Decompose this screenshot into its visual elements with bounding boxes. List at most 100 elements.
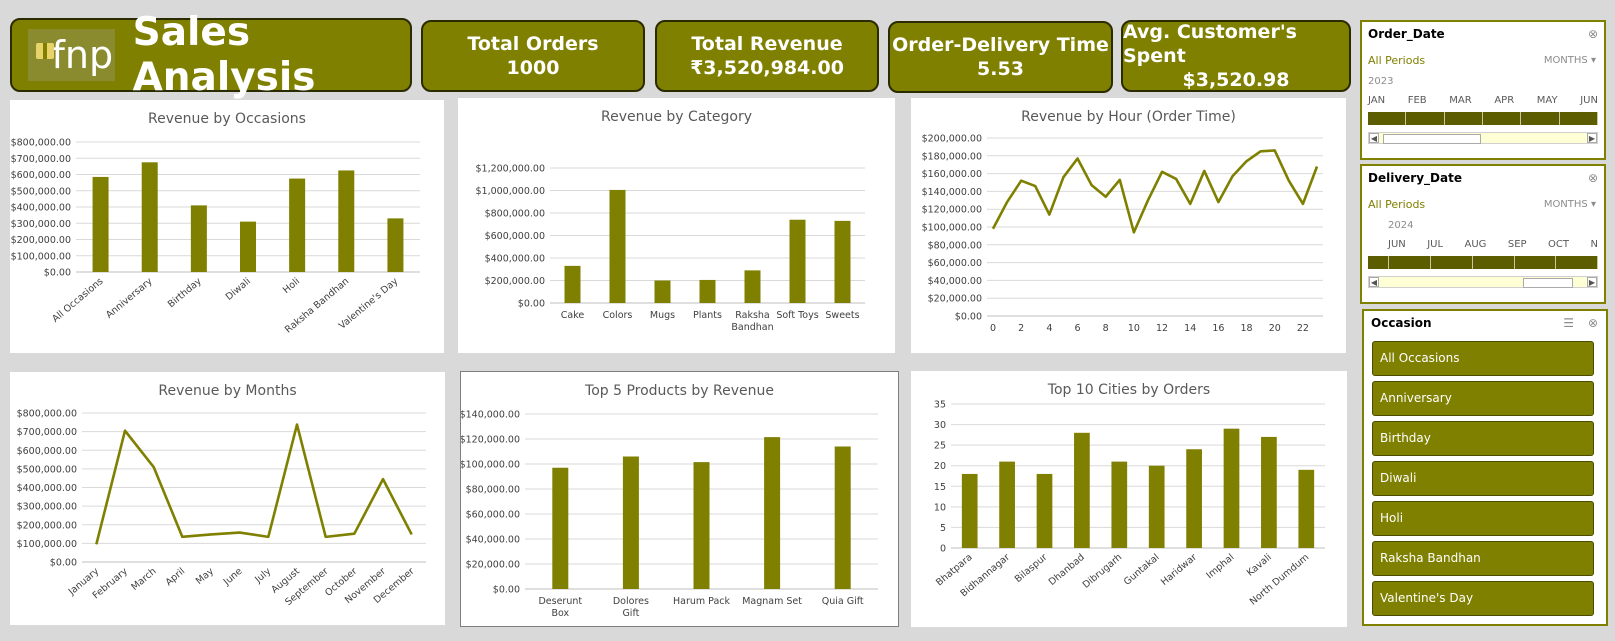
x-tick-label: April	[164, 566, 188, 588]
x-tick-label: Colors	[603, 310, 633, 321]
x-tick-label: Kavali	[1245, 552, 1274, 579]
time-level-label: MONTHS	[1543, 55, 1588, 66]
y-tick-label: $0.00	[44, 268, 71, 279]
filter-clear-icon[interactable]: ⊗	[1588, 316, 1598, 330]
scroll-thumb[interactable]	[1383, 134, 1481, 144]
y-tick-label: $800,000.00	[17, 409, 77, 420]
x-tick-label: June	[221, 566, 245, 588]
chart-panel-category[interactable]: Revenue by Category $0.00 $200,000.00 $400…	[458, 98, 895, 353]
x-tick-label: July	[252, 566, 273, 586]
y-tick-label: $80,000.00	[928, 240, 982, 251]
x-tick-label: 0	[990, 323, 996, 334]
occasion-item[interactable]: Anniversary	[1372, 381, 1594, 416]
scroll-right-icon[interactable]: ▶	[1587, 277, 1597, 287]
scroll-thumb[interactable]	[1523, 278, 1573, 288]
timeline-scrollbar[interactable]: ◀ ▶	[1368, 132, 1598, 144]
bar	[564, 265, 581, 303]
chart-panel-occasions[interactable]: Revenue by Occasions $0.00 $100,000.00 $20…	[10, 100, 444, 353]
month-label[interactable]: JUL	[1427, 239, 1443, 250]
month-label[interactable]: SEP	[1508, 239, 1527, 250]
bar	[1111, 461, 1128, 548]
y-tick-label: $60,000.00	[928, 258, 982, 269]
chart-panel-products[interactable]: Top 5 Products by Revenue $0.00 $20,000.0…	[460, 371, 899, 627]
y-tick-label: $40,000.00	[928, 276, 982, 287]
slicer-title: Occasion	[1371, 316, 1432, 330]
slicer-title: Order_Date	[1368, 27, 1445, 41]
y-tick-label: $800,000.00	[11, 138, 71, 149]
bar	[834, 220, 851, 303]
y-tick-label: $1,200,000.00	[475, 164, 545, 175]
month-label[interactable]: FEB	[1408, 95, 1427, 106]
title-banner: fnp Sales Analysis	[10, 10, 412, 100]
x-tick-label: 20	[1269, 323, 1281, 334]
chart-panel-cities[interactable]: Top 10 Cities by Orders 0 5 10 15 20 25 30 35 Bh…	[911, 371, 1347, 627]
y-tick-label: $400,000.00	[11, 203, 71, 214]
month-label[interactable]: N	[1590, 239, 1597, 250]
scroll-right-icon[interactable]: ▶	[1587, 133, 1597, 143]
y-tick-label: $120,000.00	[922, 205, 982, 216]
month-label[interactable]: MAY	[1537, 95, 1558, 106]
slicer-title: Delivery_Date	[1368, 171, 1462, 185]
y-tick-label: $100,000.00	[922, 223, 982, 234]
multi-select-icon[interactable]: ☰	[1563, 316, 1574, 330]
month-label[interactable]: MAR	[1449, 95, 1471, 106]
occasion-item[interactable]: All Occasions	[1372, 341, 1594, 376]
timeline-scrollbar[interactable]: ◀ ▶	[1368, 276, 1598, 288]
x-tick-label: 4	[1046, 323, 1052, 334]
filter-clear-icon[interactable]: ⊗	[1588, 171, 1598, 185]
y-tick-label: $100,000.00	[461, 460, 520, 471]
y-tick-label: $500,000.00	[11, 186, 71, 197]
x-tick-label: Sweets	[825, 310, 859, 321]
occasion-item[interactable]: Diwali	[1372, 461, 1594, 496]
x-tick-label: Dolores Gift	[613, 596, 649, 619]
time-level-dropdown[interactable]: MONTHS ▾	[1544, 199, 1596, 210]
month-label[interactable]: JUN	[1388, 239, 1406, 250]
filter-clear-icon[interactable]: ⊗	[1588, 27, 1598, 41]
month-label[interactable]: AUG	[1465, 239, 1487, 250]
month-label[interactable]: APR	[1494, 95, 1514, 106]
chart-panel-hour[interactable]: Revenue by Hour (Order Time) $0.00 $20,00…	[911, 98, 1346, 353]
month-label[interactable]: JAN	[1368, 95, 1385, 106]
occasion-item[interactable]: Birthday	[1372, 421, 1594, 456]
bar	[1186, 449, 1202, 548]
y-tick-label: $140,000.00	[922, 187, 982, 198]
scroll-left-icon[interactable]: ◀	[1369, 277, 1379, 287]
all-periods-link[interactable]: All Periods	[1368, 198, 1425, 211]
bar	[289, 178, 306, 272]
delivery-date-slicer[interactable]: Delivery_Date ⊗ All Periods MONTHS ▾ 202…	[1360, 164, 1606, 304]
x-tick-label: Bilaspur	[1013, 552, 1050, 585]
y-tick-label: $0.00	[50, 558, 77, 569]
y-tick-label: 25	[934, 441, 946, 452]
month-label[interactable]: JUN	[1580, 95, 1598, 106]
y-tick-label: $120,000.00	[461, 435, 520, 446]
occasion-item[interactable]: Holi	[1372, 501, 1594, 536]
timeline-bar[interactable]	[1368, 256, 1599, 269]
y-tick-label: $140,000.00	[461, 410, 520, 421]
y-tick-label: $300,000.00	[11, 219, 71, 230]
y-tick-label: $200,000.00	[485, 276, 545, 287]
timeline-bar[interactable]	[1368, 112, 1598, 125]
month-label[interactable]: OCT	[1548, 239, 1569, 250]
y-tick-label: $800,000.00	[485, 209, 545, 220]
products-bar-chart: $0.00 $20,000.00 $40,000.00 $60,000.00 $80,0…	[461, 410, 878, 619]
kpi-label: Avg. Customer's Spent	[1123, 21, 1297, 67]
order-date-slicer[interactable]: Order_Date ⊗ All Periods MONTHS ▾ 2023 J…	[1360, 20, 1606, 160]
occasion-slicer[interactable]: Occasion ☰ ⊗ All Occasions Anniversary B…	[1362, 309, 1608, 626]
chart-panel-months[interactable]: Revenue by Months $0.00 $100,000.00 $200,0…	[10, 372, 445, 625]
occasion-item[interactable]: Valentine's Day	[1372, 581, 1594, 616]
x-tick-label: Imphal	[1204, 552, 1236, 581]
kpi-label: Total Revenue	[691, 33, 843, 55]
occasion-item[interactable]: Raksha Bandhan	[1372, 541, 1594, 576]
bar	[1148, 465, 1165, 548]
bar	[338, 170, 355, 272]
time-level-dropdown[interactable]: MONTHS ▾	[1544, 55, 1596, 66]
all-periods-link[interactable]: All Periods	[1368, 54, 1425, 67]
logo-text: fnp	[51, 33, 114, 77]
bar	[834, 446, 851, 589]
y-tick-label: $400,000.00	[485, 254, 545, 265]
chevron-down-icon: ▾	[1590, 199, 1596, 210]
x-tick-label: Birthday	[166, 276, 204, 311]
scroll-left-icon[interactable]: ◀	[1369, 133, 1379, 143]
months-line-chart: $0.00 $100,000.00 $200,000.00 $300,000.00 $4…	[17, 409, 426, 608]
y-tick-label: $400,000.00	[17, 483, 77, 494]
